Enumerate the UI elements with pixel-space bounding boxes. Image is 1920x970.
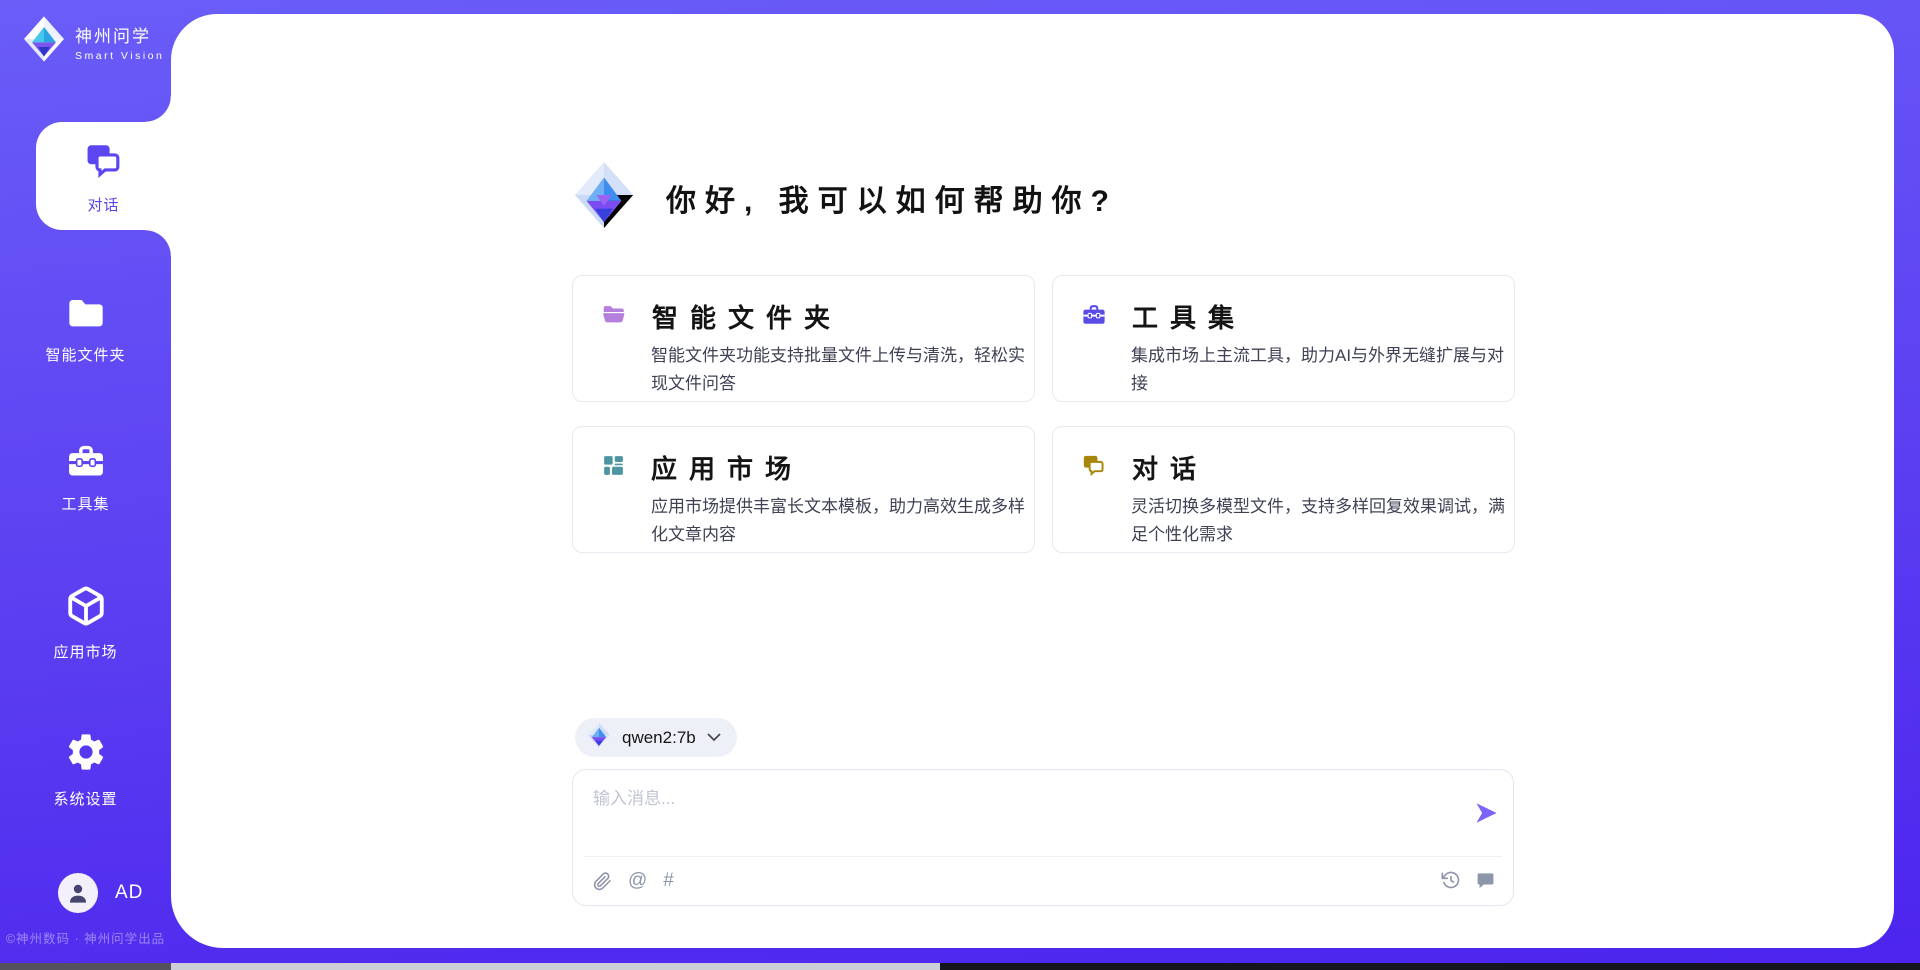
sidebar-item-app-market[interactable]: 应用市场 <box>0 585 171 662</box>
user-initials: AD <box>115 882 143 904</box>
card-title: 智能文件夹 <box>652 298 842 335</box>
user-account[interactable]: AD <box>58 873 143 913</box>
sidebar: 神州问学 Smart Vision 对话 智能文件夹 <box>0 0 171 970</box>
toolbox-icon <box>65 466 107 483</box>
card-description: 智能文件夹功能支持批量文件上传与清洗，轻松实现文件问答 <box>651 342 1033 398</box>
feature-cards: 智能文件夹 智能文件夹功能支持批量文件上传与清洗，轻松实现文件问答 工具集 集成… <box>572 275 1515 553</box>
bottom-edge-left <box>0 963 171 970</box>
brand-subtitle: Smart Vision <box>75 50 164 62</box>
sidebar-item-label: 对话 <box>36 194 171 215</box>
chevron-down-icon <box>707 729 721 747</box>
attachment-paperclip-icon[interactable] <box>593 871 612 892</box>
app-logo: 神州问学 Smart Vision <box>22 15 164 68</box>
card-chat[interactable]: 对话 灵活切换多模型文件，支持多样回复效果调试，满足个性化需求 <box>1052 426 1515 553</box>
toolbox-icon <box>1081 302 1107 331</box>
message-input[interactable] <box>593 784 1453 844</box>
card-title: 对话 <box>1132 449 1208 486</box>
greeting-block: 你好, 我可以如何帮助你? <box>572 160 1118 235</box>
greeting-title: 你好, 我可以如何帮助你? <box>666 176 1118 220</box>
history-icon[interactable] <box>1441 870 1461 890</box>
sidebar-item-toolset[interactable]: 工具集 <box>0 441 171 514</box>
sidebar-item-chat[interactable]: 对话 <box>36 122 171 230</box>
folder-open-icon <box>601 302 627 331</box>
main-panel: 你好, 我可以如何帮助你? 智能文件夹 智能文件夹功能支持批量文件上传与清洗，轻… <box>171 14 1894 948</box>
assistant-diamond-icon <box>572 160 636 235</box>
model-diamond-icon <box>587 722 611 753</box>
mention-at-icon[interactable]: @ <box>628 870 647 892</box>
model-selector[interactable]: qwen2:7b <box>575 718 737 757</box>
folder-icon <box>66 317 106 334</box>
send-icon[interactable] <box>1473 800 1499 831</box>
sidebar-item-settings[interactable]: 系统设置 <box>0 730 171 809</box>
card-description: 灵活切换多模型文件，支持多样回复效果调试，满足个性化需求 <box>1131 493 1513 549</box>
grid-icon <box>601 453 626 483</box>
topic-hash-icon[interactable]: # <box>663 870 674 892</box>
sidebar-item-smart-folder[interactable]: 智能文件夹 <box>0 296 171 365</box>
sidebar-item-label: 工具集 <box>0 493 171 514</box>
copyright-footer: ©神州数码 · 神州问学出品 <box>0 928 171 947</box>
sidebar-item-label: 系统设置 <box>0 788 171 809</box>
chat-bubbles-icon <box>83 167 125 184</box>
cube-icon <box>65 614 107 631</box>
card-toolset[interactable]: 工具集 集成市场上主流工具，助力AI与外界无缝扩展与对接 <box>1052 275 1515 402</box>
card-description: 集成市场上主流工具，助力AI与外界无缝扩展与对接 <box>1131 342 1513 398</box>
avatar <box>58 873 98 913</box>
sidebar-item-label: 智能文件夹 <box>0 344 171 365</box>
message-composer: @ # <box>572 769 1514 906</box>
comment-icon[interactable] <box>1476 871 1495 890</box>
brand-diamond-icon <box>22 15 66 68</box>
sidebar-item-label: 应用市场 <box>0 641 171 662</box>
brand-name: 神州问学 <box>75 22 164 47</box>
card-description: 应用市场提供丰富长文本模板，助力高效生成多样化文章内容 <box>651 493 1033 549</box>
model-name: qwen2:7b <box>622 728 696 748</box>
composer-divider <box>584 856 1502 857</box>
bottom-edge-right <box>940 963 1920 970</box>
card-title: 工具集 <box>1132 298 1246 335</box>
card-app-market[interactable]: 应用市场 应用市场提供丰富长文本模板，助力高效生成多样化文章内容 <box>572 426 1035 553</box>
bottom-edge-scrollbar <box>171 963 940 970</box>
card-title: 应用市场 <box>651 449 803 486</box>
gear-icon <box>64 761 108 778</box>
card-smart-folder[interactable]: 智能文件夹 智能文件夹功能支持批量文件上传与清洗，轻松实现文件问答 <box>572 275 1035 402</box>
chat-bubbles-icon <box>1081 453 1107 482</box>
